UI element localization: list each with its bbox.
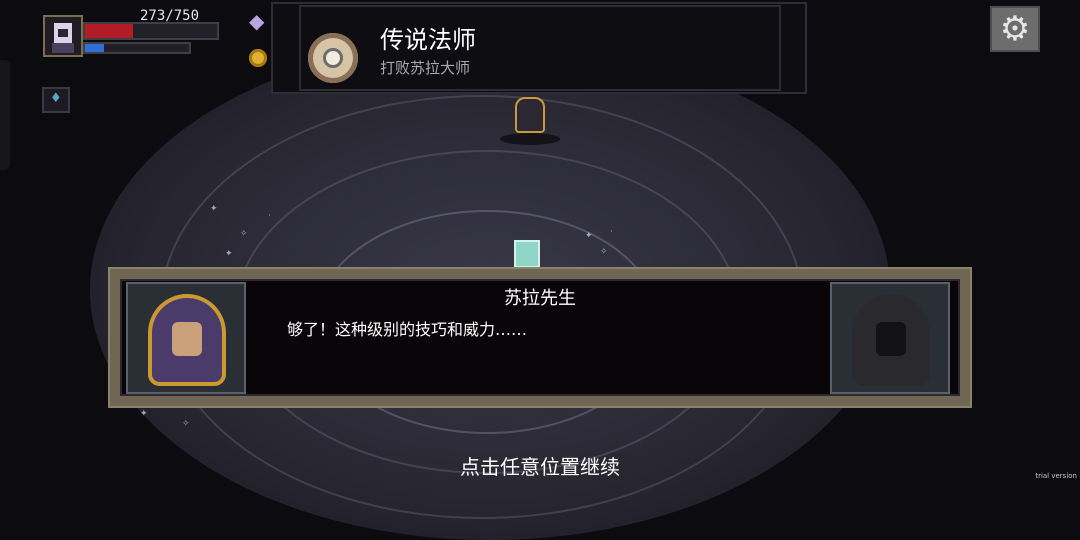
gear-icon: ⚙ bbox=[999, 9, 1031, 49]
settings-button[interactable]: ⚙ bbox=[990, 6, 1040, 52]
achievement-badge-center bbox=[323, 48, 343, 68]
sparkle-icon: ✧ bbox=[182, 419, 190, 429]
achievement-popup: 传说法师 打败苏拉大师 bbox=[271, 2, 807, 94]
hooded-mage-icon bbox=[148, 294, 226, 386]
achievement-title: 传说法师 bbox=[380, 26, 476, 54]
player-body bbox=[514, 240, 540, 268]
mana-bar-fill bbox=[85, 44, 104, 52]
continue-hint[interactable]: 点击任意位置继续 bbox=[340, 451, 740, 480]
sparkle-icon: ✧ bbox=[600, 247, 608, 257]
side-tab bbox=[0, 60, 10, 170]
listener-portrait bbox=[830, 282, 950, 394]
speaker-name: 苏拉先生 bbox=[504, 288, 576, 309]
achievement-badge-icon bbox=[308, 33, 358, 83]
achievement-frame bbox=[299, 5, 781, 91]
health-text: 273/750 bbox=[140, 8, 200, 24]
purple-crystal-icon: ◆ bbox=[249, 9, 265, 33]
boss-sprite bbox=[500, 95, 560, 145]
sparkle-icon: ✦ bbox=[585, 231, 593, 241]
figure-face bbox=[876, 322, 906, 356]
sparkle-icon: · bbox=[268, 211, 271, 221]
watermark: trial version bbox=[1035, 472, 1077, 480]
gold-coin-icon bbox=[249, 49, 267, 67]
sparkle-icon: ✦ bbox=[225, 249, 233, 259]
hooded-figure-icon bbox=[852, 294, 930, 386]
sparkle-icon: ✧ bbox=[240, 229, 248, 239]
player-portrait-icon[interactable] bbox=[43, 15, 83, 57]
player-sprite bbox=[498, 236, 558, 270]
achievement-subtitle: 打败苏拉大师 bbox=[380, 59, 471, 77]
sparkle-icon: · bbox=[610, 227, 613, 237]
boss-body bbox=[515, 97, 545, 133]
dialogue-text: 够了！这种级别的技巧和威力…… bbox=[287, 320, 528, 339]
health-bar-fill bbox=[85, 24, 133, 38]
mana-bar bbox=[83, 42, 191, 54]
speaker-portrait bbox=[126, 282, 246, 394]
skill-slot-icon: ♦ bbox=[50, 91, 62, 106]
boss-shadow bbox=[500, 133, 560, 145]
sparkle-icon: ✦ bbox=[140, 409, 148, 419]
sparkle-icon: ✦ bbox=[210, 204, 218, 214]
skill-slot[interactable]: ♦ bbox=[42, 87, 70, 113]
mage-face bbox=[172, 322, 202, 356]
health-bar bbox=[83, 22, 219, 40]
